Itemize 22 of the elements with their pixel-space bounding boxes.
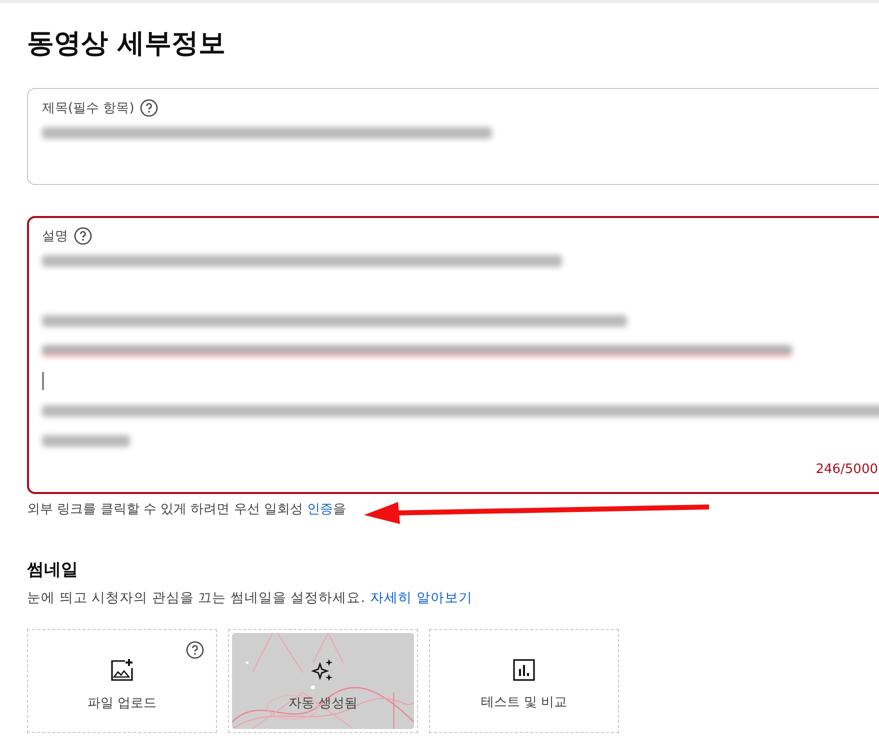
text-cursor	[42, 372, 44, 390]
learn-more-link[interactable]: 자세히 알아보기	[370, 589, 472, 607]
title-field[interactable]: 제목(필수 항목)	[27, 88, 879, 185]
bar-chart-icon	[512, 659, 535, 681]
description-field[interactable]: 설명 246/5000	[27, 216, 879, 494]
help-icon[interactable]	[186, 641, 204, 659]
character-counter: 246/5000	[814, 462, 879, 477]
thumbnail-option[interactable]: 테스트 및 비교	[429, 629, 619, 733]
field-label: 제목(필수 항목)	[42, 100, 134, 117]
help-icon[interactable]	[74, 227, 92, 245]
notice-text: 외부 링크를 클릭할 수 있게 하려면 우선 일회성	[27, 501, 304, 518]
field-label: 설명	[42, 228, 68, 245]
verify-link[interactable]: 인증	[307, 500, 334, 518]
section-description: 눈에 띄고 시청자의 관심을 끄는 썸네일을 설정하세요.	[27, 589, 366, 607]
thumbnail-option[interactable]: 파일 업로드	[27, 629, 217, 733]
thumbnail-option[interactable]: 자동 생성됨	[228, 629, 418, 733]
page-title: 동영상 세부정보	[26, 27, 226, 61]
sparkle-icon	[310, 658, 335, 682]
section-heading: 썸네일	[27, 559, 79, 581]
help-icon[interactable]	[140, 99, 158, 117]
notice-text-end: 을	[333, 501, 346, 518]
add-image-icon	[110, 658, 134, 682]
